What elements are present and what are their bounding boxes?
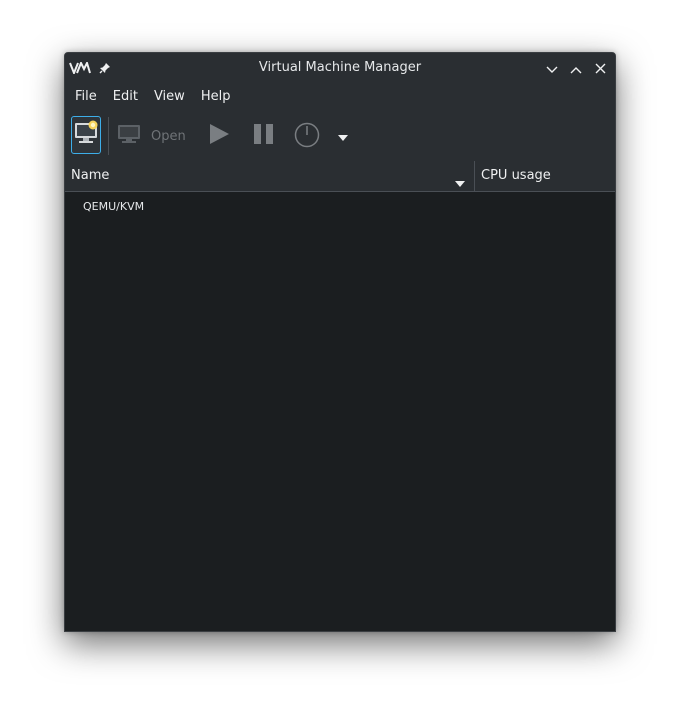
- window-title: Virtual Machine Manager: [258, 60, 422, 75]
- column-name[interactable]: Name: [65, 161, 474, 191]
- maximize-button[interactable]: [567, 59, 585, 77]
- menu-help[interactable]: Help: [193, 83, 239, 110]
- dropdown-arrow-icon: [338, 126, 348, 145]
- shutdown-menu-button[interactable]: [337, 129, 349, 141]
- open-button[interactable]: Open: [117, 120, 186, 152]
- connection-list[interactable]: QEMU/KVM: [65, 192, 615, 631]
- pause-button[interactable]: [251, 123, 277, 149]
- list-item[interactable]: QEMU/KVM: [65, 196, 615, 218]
- vmm-window: Virtual Machine Manager File Edit View H…: [64, 52, 616, 632]
- close-icon: [595, 59, 606, 78]
- power-icon: [294, 122, 320, 152]
- shutdown-button[interactable]: [293, 122, 321, 152]
- new-vm-button[interactable]: [71, 116, 101, 154]
- maximize-icon: [570, 59, 582, 78]
- minimize-button[interactable]: [543, 59, 561, 77]
- vm-logo-icon[interactable]: [69, 59, 91, 78]
- menubar: File Edit View Help: [65, 83, 615, 110]
- menu-edit[interactable]: Edit: [105, 83, 146, 110]
- play-icon: [208, 123, 230, 149]
- column-cpu-usage[interactable]: CPU usage: [475, 161, 615, 191]
- toolbar-separator: [108, 117, 109, 155]
- new-vm-icon: [74, 120, 98, 150]
- menu-file[interactable]: File: [65, 83, 105, 110]
- minimize-icon: [546, 59, 558, 78]
- open-label: Open: [151, 128, 186, 144]
- run-button[interactable]: [206, 123, 232, 149]
- monitor-icon: [117, 124, 141, 148]
- sort-down-icon: [455, 172, 465, 191]
- pin-icon[interactable]: [99, 59, 111, 78]
- toolbar: Open: [65, 110, 615, 162]
- table-header: Name CPU usage: [65, 161, 615, 192]
- close-button[interactable]: [591, 59, 609, 77]
- titlebar[interactable]: Virtual Machine Manager: [65, 53, 615, 83]
- pause-icon: [253, 123, 275, 149]
- menu-view[interactable]: View: [146, 83, 193, 110]
